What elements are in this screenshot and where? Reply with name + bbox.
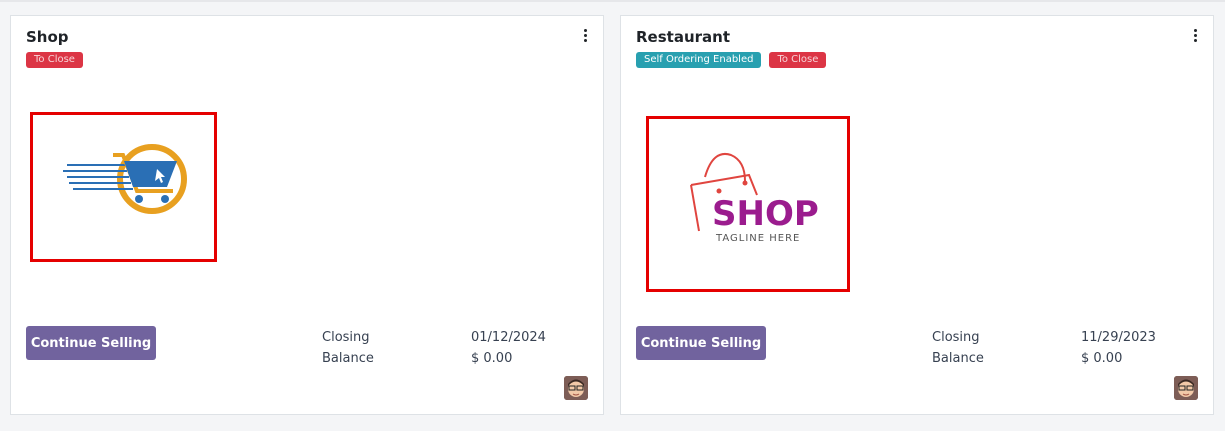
card-title[interactable]: Shop [26, 28, 69, 46]
user-avatar-icon [564, 376, 588, 400]
balance-label: Balance [932, 351, 984, 366]
continue-selling-button[interactable]: Continue Selling [636, 326, 766, 360]
fast-shopping-cart-logo-icon [63, 144, 187, 214]
user-avatar-icon [1174, 376, 1198, 400]
avatar[interactable] [1174, 376, 1198, 400]
kebab-menu-icon[interactable] [581, 27, 589, 43]
badge-row: Self Ordering Enabled To Close [636, 52, 827, 68]
to-close-badge: To Close [769, 52, 827, 68]
logo-tagline: TAGLINE HERE [715, 233, 800, 244]
kebab-menu-icon[interactable] [1191, 27, 1199, 43]
to-close-badge: To Close [26, 52, 83, 68]
balance-value: $ 0.00 [1081, 351, 1123, 366]
closing-label: Closing [322, 330, 370, 345]
continue-selling-button[interactable]: Continue Selling [26, 326, 156, 360]
pos-card-restaurant: Restaurant Self Ordering Enabled To Clos… [620, 15, 1214, 415]
closing-date: 11/29/2023 [1081, 330, 1156, 345]
shopping-bag-logo-icon: SHOP TAGLINE HERE [690, 153, 819, 244]
info-values: 11/29/2023 $ 0.00 [1081, 327, 1156, 369]
info-labels: Closing Balance [322, 327, 374, 369]
balance-label: Balance [322, 351, 374, 366]
pos-image-highlight: SHOP TAGLINE HERE [646, 116, 850, 292]
pos-card-shop: Shop To Close Continue Selling Closing B… [10, 15, 604, 415]
info-values: 01/12/2024 $ 0.00 [471, 327, 546, 369]
pos-image-highlight [30, 112, 217, 262]
avatar[interactable] [564, 376, 588, 400]
balance-value: $ 0.00 [471, 351, 513, 366]
top-divider [0, 0, 1225, 2]
info-labels: Closing Balance [932, 327, 984, 369]
self-ordering-badge: Self Ordering Enabled [636, 52, 762, 68]
badge-row: To Close [26, 52, 83, 68]
card-title[interactable]: Restaurant [636, 28, 730, 46]
logo-text: SHOP [712, 194, 819, 234]
closing-label: Closing [932, 330, 980, 345]
closing-date: 01/12/2024 [471, 330, 546, 345]
